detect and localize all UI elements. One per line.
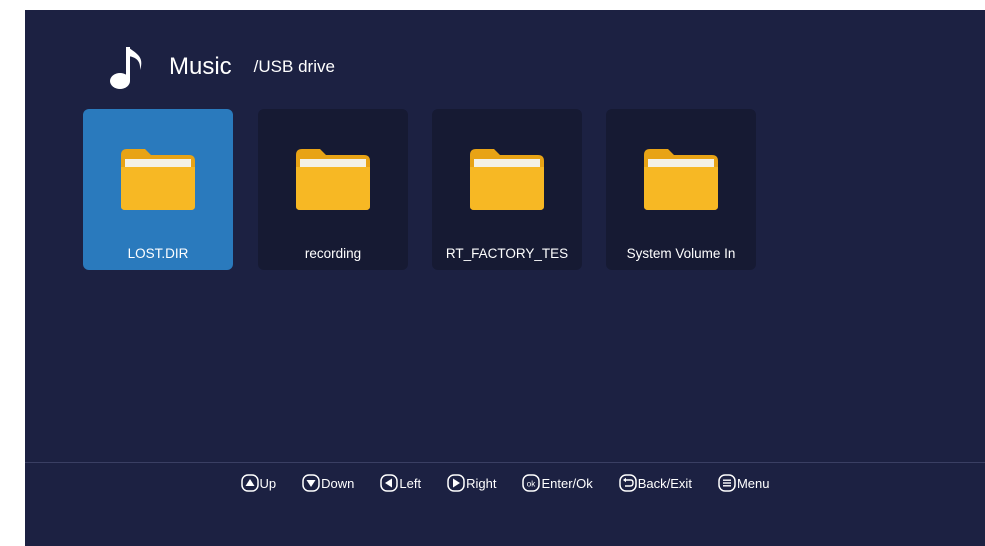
folder-icon (296, 149, 370, 210)
hint-back: Back/Exit (619, 474, 692, 492)
folder-tile-lost-dir[interactable]: LOST.DIR (83, 109, 233, 270)
folder-icon (121, 149, 195, 210)
hint-right: Right (447, 474, 496, 492)
folder-label: RT_FACTORY_TES (445, 246, 569, 261)
hint-menu: Menu (718, 474, 770, 492)
music-note-icon (110, 47, 142, 89)
menu-icon (718, 474, 736, 492)
hint-enter: ok Enter/Ok (522, 474, 593, 492)
hint-enter-label: Enter/Ok (541, 475, 593, 491)
footer-divider (25, 462, 985, 463)
hint-left-label: Left (399, 475, 422, 491)
hint-back-label: Back/Exit (637, 475, 692, 491)
folder-icon (470, 149, 544, 210)
hint-up-label: Up (259, 475, 277, 491)
remote-hint-bar: Up Down Left Right ok Enter/Ok Back/Exit… (25, 471, 985, 495)
hint-down: Down (302, 474, 354, 492)
up-arrow-icon (240, 474, 259, 492)
back-icon (619, 474, 637, 492)
hint-menu-label: Menu (736, 475, 770, 491)
hint-right-label: Right (466, 475, 497, 491)
folder-tile-rt-factory[interactable]: RT_FACTORY_TES (432, 109, 582, 270)
ok-button-icon: ok (522, 474, 541, 492)
media-browser-screen: Music /USB drive LOST.DIR recording RT_F… (25, 10, 985, 546)
left-arrow-icon (380, 474, 399, 492)
folder-label: LOST.DIR (127, 246, 189, 261)
hint-left: Left (380, 474, 421, 492)
right-arrow-icon (447, 474, 465, 492)
page-title: Music (169, 53, 232, 80)
folder-label: System Volume In (626, 246, 736, 261)
down-arrow-icon (302, 474, 320, 492)
folder-label: recording (304, 246, 362, 261)
header: Music /USB drive (109, 42, 335, 92)
folder-tile-recording[interactable]: recording (258, 109, 408, 270)
hint-up: Up (240, 474, 277, 492)
folder-tile-system-volume[interactable]: System Volume In (606, 109, 756, 270)
hint-down-label: Down (321, 475, 355, 491)
folder-icon (644, 149, 718, 210)
ok-glyph: ok (527, 480, 536, 489)
breadcrumb-path: /USB drive (253, 57, 335, 76)
